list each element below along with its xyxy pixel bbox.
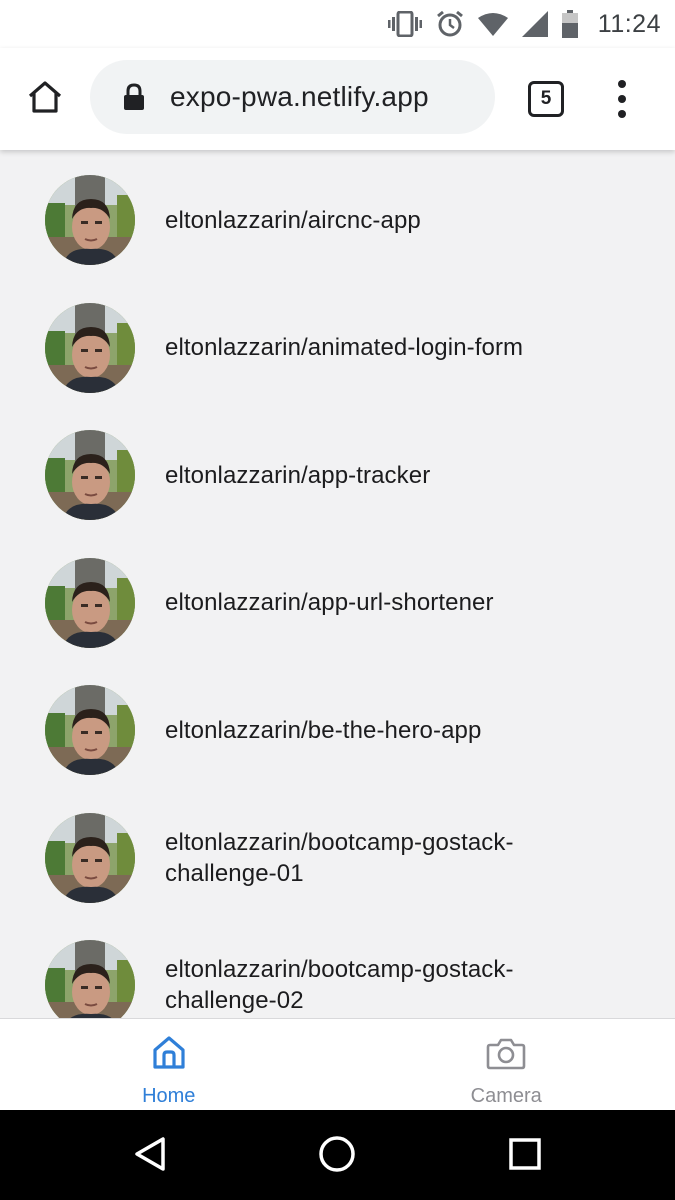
home-circle-icon — [318, 1135, 356, 1178]
status-icons: 11:24 — [387, 6, 661, 42]
address-bar[interactable]: expo-pwa.netlify.app — [90, 60, 495, 134]
camera-icon — [486, 1033, 526, 1073]
tab-switcher-button[interactable]: 5 — [528, 81, 564, 117]
tab-camera[interactable]: Camera — [338, 1019, 675, 1111]
system-nav-bar — [0, 1110, 675, 1200]
alarm-icon — [436, 10, 464, 38]
signal-icon — [521, 11, 548, 37]
avatar — [45, 430, 135, 520]
status-bar: 11:24 — [0, 0, 675, 48]
recents-icon — [508, 1137, 542, 1176]
more-vert-icon — [618, 80, 626, 88]
tab-count: 5 — [540, 88, 552, 109]
browser-toolbar: expo-pwa.netlify.app 5 — [0, 48, 675, 150]
browser-home-button[interactable] — [22, 76, 68, 122]
repo-list-item[interactable]: eltonlazzarin/aircnc-app — [0, 175, 675, 265]
repo-list-item[interactable]: eltonlazzarin/be-the-hero-app — [0, 685, 675, 775]
nav-back-button[interactable] — [130, 1136, 170, 1176]
tab-home-label: Home — [142, 1085, 196, 1107]
repo-name: eltonlazzarin/animated-login-form — [165, 334, 524, 361]
vibrate-icon — [387, 11, 422, 37]
battery-icon — [561, 10, 578, 38]
avatar — [45, 812, 135, 903]
tab-camera-label: Camera — [470, 1085, 542, 1107]
avatar — [45, 302, 135, 393]
repo-name: eltonlazzarin/be-the-hero-app — [165, 716, 482, 744]
bottom-tab-bar: Home Camera — [0, 1018, 675, 1110]
repo-name: eltonlazzarin/aircnc-app — [165, 206, 421, 234]
repo-name: eltonlazzarin/app-url-shortener — [165, 589, 494, 616]
repo-list-item[interactable]: eltonlazzarin/bootcamp-gostack-challenge… — [0, 940, 675, 1018]
repo-list-item[interactable]: eltonlazzarin/app-tracker — [0, 430, 675, 520]
repo-name: eltonlazzarin/bootcamp-gostack-challenge… — [165, 956, 514, 1014]
browser-menu-button[interactable] — [606, 78, 638, 120]
avatar — [45, 685, 135, 775]
tab-home[interactable]: Home — [0, 1019, 338, 1111]
back-icon — [133, 1136, 167, 1177]
status-time: 11:24 — [597, 9, 661, 38]
nav-recents-button[interactable] — [505, 1136, 545, 1176]
avatar — [45, 175, 135, 265]
url-text: expo-pwa.netlify.app — [170, 81, 429, 112]
repo-list-item[interactable]: eltonlazzarin/app-url-shortener — [0, 557, 675, 648]
home-icon — [27, 80, 63, 119]
home-outline-icon — [151, 1033, 187, 1073]
repo-list[interactable]: eltonlazzarin/aircnc-app eltonlazzarin/a… — [0, 150, 675, 1018]
repo-name: eltonlazzarin/bootcamp-gostack-challenge… — [165, 828, 514, 887]
repo-list-item[interactable]: eltonlazzarin/bootcamp-gostack-challenge… — [0, 812, 675, 903]
wifi-icon — [477, 12, 508, 36]
repo-list-item[interactable]: eltonlazzarin/animated-login-form — [0, 302, 675, 393]
avatar — [45, 940, 135, 1018]
avatar — [45, 557, 135, 648]
repo-name: eltonlazzarin/app-tracker — [165, 461, 431, 489]
lock-icon — [122, 82, 148, 112]
nav-home-button[interactable] — [317, 1135, 357, 1178]
